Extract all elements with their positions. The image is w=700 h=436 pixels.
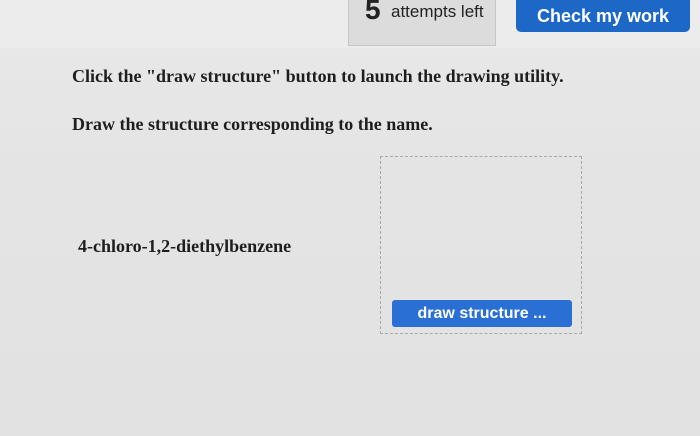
check-my-work-button[interactable]: Check my work: [516, 0, 690, 32]
attempts-count: 5: [365, 0, 381, 25]
top-bar: 5 attempts left Check my work: [0, 0, 700, 48]
compound-name: 4-chloro-1,2-diethylbenzene: [78, 236, 292, 256]
draw-structure-button[interactable]: draw structure ...: [392, 300, 572, 327]
instruction-launch: Click the "draw structure" button to lau…: [72, 66, 564, 86]
attempts-indicator: 5 attempts left: [348, 0, 496, 46]
attempts-label: attempts left: [391, 2, 484, 21]
instruction-draw: Draw the structure corresponding to the …: [72, 114, 433, 134]
